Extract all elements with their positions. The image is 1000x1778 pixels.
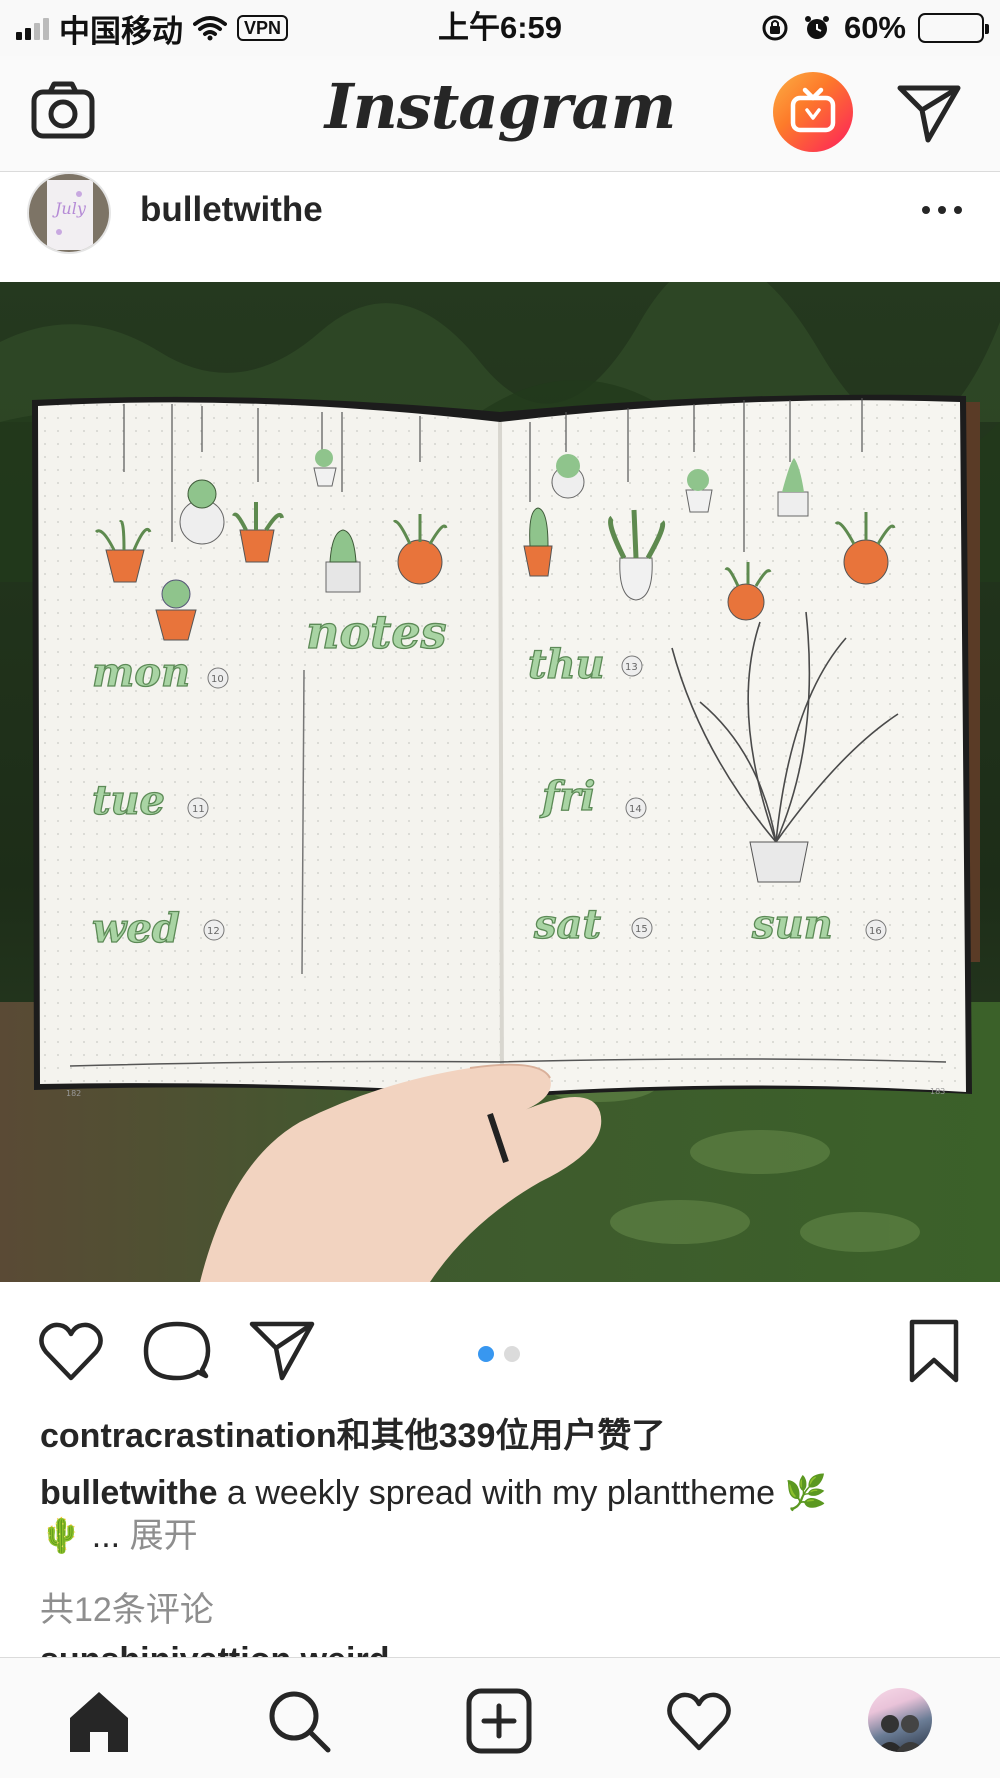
orientation-lock-icon — [762, 15, 788, 41]
direct-message-icon[interactable] — [896, 82, 962, 144]
caption-username[interactable]: bulletwithe — [40, 1474, 218, 1512]
caption-text: a weekly spread with my planttheme 🌿 — [227, 1474, 827, 1512]
post-actions — [0, 1282, 1000, 1402]
new-post-icon[interactable] — [464, 1686, 534, 1756]
battery-icon — [918, 13, 989, 43]
post-photo[interactable]: notes mon tue wed thu fri sat sun 10 11 … — [0, 282, 1000, 1282]
journal-notes-heading: notes — [306, 605, 447, 659]
status-right: 60% — [760, 8, 989, 48]
journal-day-sun: sun — [751, 901, 833, 948]
top-nav: Instagram — [0, 56, 1000, 172]
activity-heart-icon[interactable] — [664, 1686, 734, 1756]
caption-expand-link[interactable]: 展开 — [130, 1517, 198, 1555]
journal-page-left: 182 — [66, 1089, 81, 1098]
journal-num-10: 10 — [211, 674, 224, 685]
journal-num-12: 12 — [207, 926, 220, 937]
journal-num-13: 13 — [625, 662, 638, 673]
journal-page-right: 183 — [930, 1087, 945, 1096]
save-bookmark-icon[interactable] — [904, 1318, 964, 1384]
journal-day-wed: wed — [92, 905, 180, 952]
igtv-icon[interactable] — [773, 72, 853, 152]
post-caption: bulletwithe a weekly spread with my plan… — [40, 1472, 960, 1558]
journal-day-mon: mon — [92, 649, 190, 696]
carousel-dots — [478, 1346, 520, 1362]
partial-comment: sunshinivattion weird.... — [40, 1643, 427, 1657]
post-header: July bulletwithe — [0, 172, 1000, 282]
share-icon[interactable] — [248, 1318, 318, 1384]
more-horizontal-icon[interactable] — [918, 200, 966, 220]
carousel-dot-1 — [478, 1346, 494, 1362]
battery-percent: 60% — [843, 10, 906, 45]
journal-num-16: 16 — [869, 926, 882, 937]
svg-text:July: July — [52, 199, 87, 218]
journal-num-14: 14 — [629, 804, 642, 815]
home-icon[interactable] — [64, 1686, 134, 1756]
journal-num-15: 15 — [635, 924, 648, 935]
search-icon[interactable] — [264, 1686, 334, 1756]
post-username[interactable]: bulletwithe — [140, 190, 323, 230]
alarm-icon — [804, 16, 829, 39]
journal-day-sat: sat — [533, 901, 601, 948]
caption-text-2: 🌵 ... — [40, 1517, 121, 1555]
status-bar: 中国移动 VPN 上午6:59 60% — [0, 0, 1000, 56]
journal-day-fri: fri — [539, 773, 595, 820]
journal-num-11: 11 — [192, 804, 205, 815]
journal-day-thu: thu — [528, 641, 605, 688]
view-comments-link[interactable]: 共12条评论 — [40, 1582, 214, 1631]
profile-avatar[interactable] — [868, 1688, 932, 1752]
comment-icon[interactable] — [142, 1318, 212, 1384]
bottom-tab-bar — [0, 1657, 1000, 1778]
likes-text[interactable]: contracrastination和其他339位用户赞了 — [40, 1408, 665, 1457]
journal-day-tue: tue — [92, 777, 165, 824]
user-avatar[interactable]: July — [27, 172, 111, 254]
like-heart-icon[interactable] — [36, 1318, 106, 1384]
carousel-dot-2 — [504, 1346, 520, 1362]
